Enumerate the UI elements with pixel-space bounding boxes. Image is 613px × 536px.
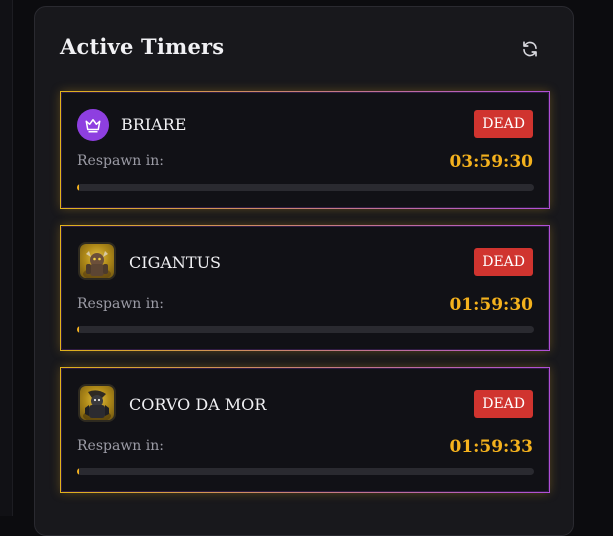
left-sidebar-edge: [0, 0, 13, 516]
boss-name: BRIARE: [121, 115, 187, 134]
boss-name: CORVO DA MOR: [129, 395, 267, 414]
progress-track: [77, 184, 534, 191]
refresh-button[interactable]: [521, 40, 539, 58]
status-badge: DEAD: [474, 390, 533, 418]
respawn-label: Respawn in:: [77, 153, 164, 169]
respawn-label: Respawn in:: [77, 296, 164, 312]
respawn-label: Respawn in:: [77, 438, 164, 454]
timer-card[interactable]: CIGANTUS DEAD Respawn in: 01:59:30: [60, 225, 550, 351]
progress-track: [77, 326, 534, 333]
monster-portrait-icon: [83, 251, 111, 278]
refresh-icon: [523, 41, 537, 57]
countdown-timer: 01:59:30: [449, 295, 533, 315]
progress-track: [77, 468, 534, 475]
crown-avatar: [77, 109, 109, 141]
active-timers-panel: Active Timers BRIARE DEAD Respawn in: 03…: [34, 6, 574, 536]
progress-fill: [77, 468, 79, 475]
progress-fill: [77, 326, 79, 333]
timer-card[interactable]: BRIARE DEAD Respawn in: 03:59:30: [60, 91, 550, 209]
countdown-timer: 03:59:30: [449, 152, 533, 172]
boss-portrait: [78, 384, 116, 422]
status-badge: DEAD: [474, 248, 533, 276]
progress-fill: [77, 184, 79, 191]
status-badge: DEAD: [474, 110, 533, 138]
panel-title: Active Timers: [60, 34, 225, 59]
boss-name: CIGANTUS: [129, 253, 222, 272]
crown-icon: [85, 119, 101, 133]
monster-portrait-icon: [83, 390, 111, 420]
timer-card[interactable]: CORVO DA MOR DEAD Respawn in: 01:59:33: [60, 367, 550, 493]
countdown-timer: 01:59:33: [449, 437, 533, 457]
boss-portrait: [78, 242, 116, 280]
